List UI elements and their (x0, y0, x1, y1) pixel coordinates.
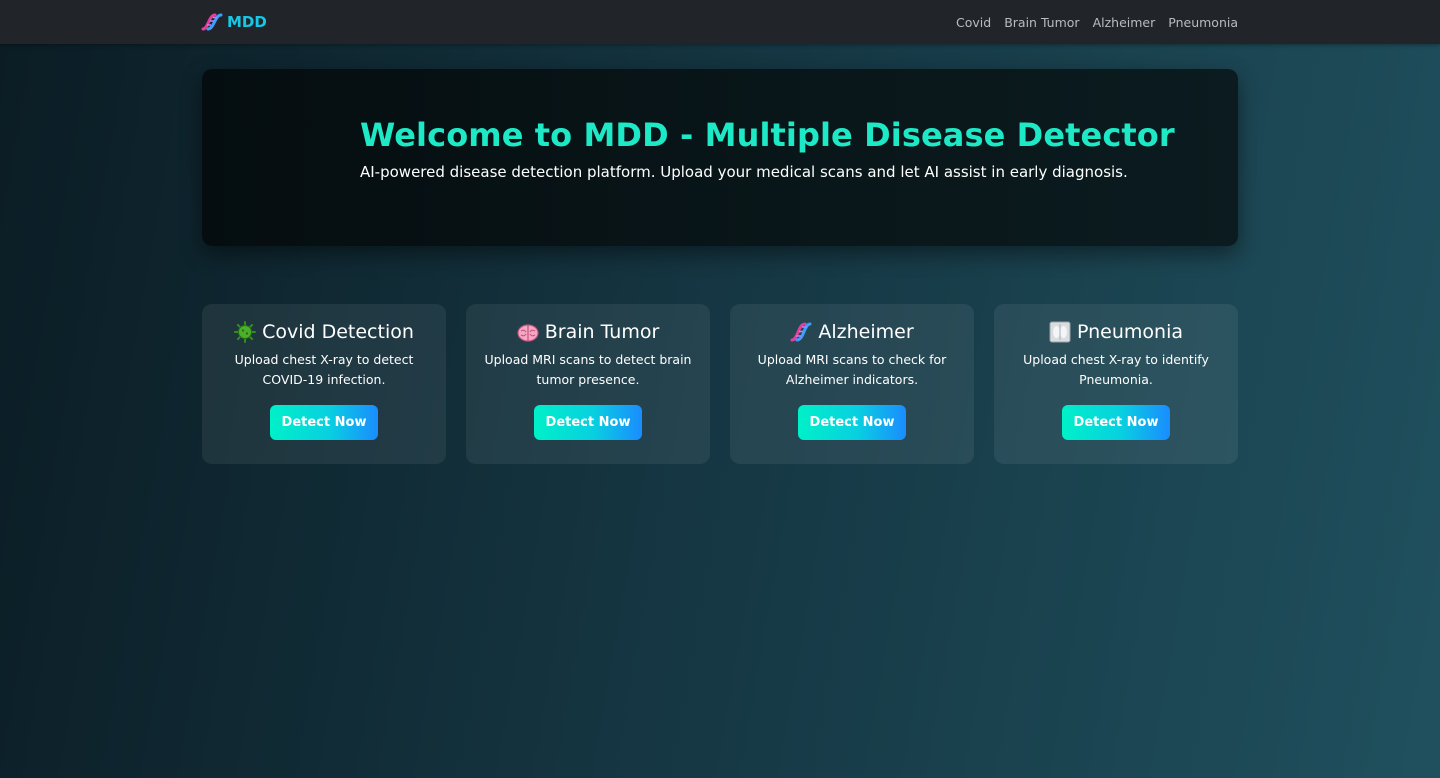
card-pneumonia: Pneumonia Upload chest X-ray to identify… (994, 304, 1238, 464)
card-title: Pneumonia (1010, 320, 1222, 344)
nav-link-pneumonia[interactable]: Pneumonia (1168, 15, 1238, 30)
detect-now-button-pneumonia[interactable]: Detect Now (1062, 405, 1170, 440)
card-brain-tumor: Brain Tumor Upload MRI scans to detect b… (466, 304, 710, 464)
dna-icon (201, 13, 223, 31)
nav-links: Covid Brain Tumor Alzheimer Pneumonia (956, 15, 1238, 30)
card-description: Upload chest X-ray to identify Pneumonia… (1023, 352, 1209, 387)
disease-cards: Covid Detection Upload chest X-ray to de… (202, 304, 1238, 464)
brand-link[interactable]: MDD (201, 13, 267, 31)
detect-now-button-alzheimer[interactable]: Detect Now (798, 405, 906, 440)
card-alzheimer: Alzheimer Upload MRI scans to check for … (730, 304, 974, 464)
navbar: MDD Covid Brain Tumor Alzheimer Pneumoni… (0, 0, 1440, 44)
card-title-text: Alzheimer (818, 321, 914, 343)
card-title: Brain Tumor (482, 320, 694, 344)
card-covid: Covid Detection Upload chest X-ray to de… (202, 304, 446, 464)
nav-link-brain-tumor[interactable]: Brain Tumor (1004, 15, 1079, 30)
detect-now-button-brain-tumor[interactable]: Detect Now (534, 405, 642, 440)
brain-icon (517, 321, 539, 343)
card-description: Upload chest X-ray to detect COVID-19 in… (234, 352, 414, 387)
card-description: Upload MRI scans to check for Alzheimer … (757, 352, 947, 387)
detect-now-button-covid[interactable]: Detect Now (270, 405, 378, 440)
hero-subtitle: AI-powered disease detection platform. U… (360, 163, 1128, 181)
nav-link-alzheimer[interactable]: Alzheimer (1093, 15, 1156, 30)
card-title-text: Brain Tumor (544, 321, 660, 343)
dna-icon (790, 321, 812, 343)
brand-label: MDD (227, 13, 267, 31)
card-title-text: Pneumonia (1077, 321, 1183, 343)
card-title-text: Covid Detection (262, 321, 414, 343)
card-title: Covid Detection (218, 320, 430, 344)
hero-banner: Welcome to MDD - Multiple Disease Detect… (202, 69, 1238, 246)
virus-icon (234, 321, 257, 343)
card-description: Upload MRI scans to detect brain tumor p… (484, 352, 692, 387)
hero-title: Welcome to MDD - Multiple Disease Detect… (360, 116, 1175, 154)
xray-icon (1049, 321, 1071, 343)
card-title: Alzheimer (746, 320, 958, 344)
nav-link-covid[interactable]: Covid (956, 15, 991, 30)
